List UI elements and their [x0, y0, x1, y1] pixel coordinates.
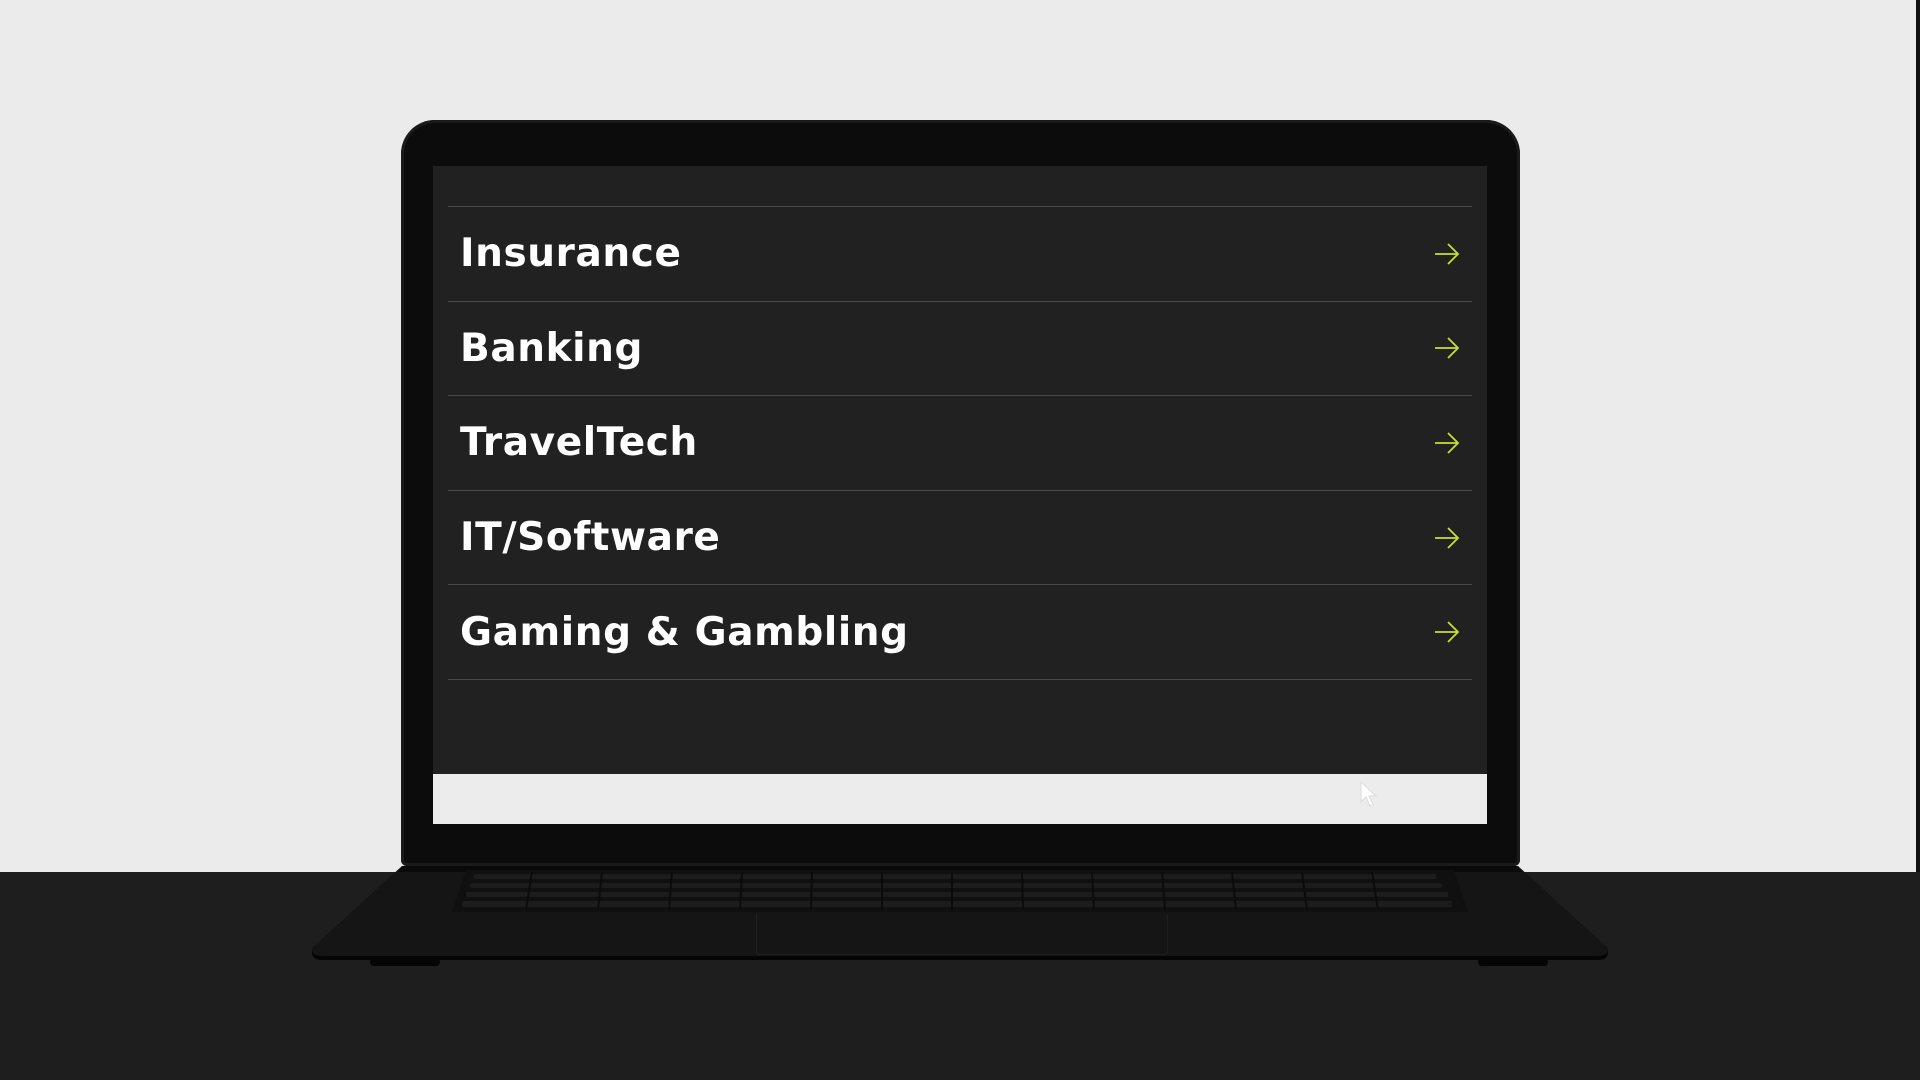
trackpad [756, 914, 1168, 955]
arrow-right-icon [1435, 432, 1460, 454]
laptop-foot [370, 958, 440, 966]
menu-item-banking[interactable]: Banking [448, 302, 1472, 397]
menu-item-label: IT/Software [460, 515, 721, 561]
menu-item-traveltech[interactable]: TravelTech [448, 396, 1472, 491]
menu-item-gaming-gambling[interactable]: Gaming & Gambling [448, 585, 1472, 680]
industry-menu: Insurance Banking TravelTech IT/Software [448, 206, 1472, 680]
menu-item-label: Banking [460, 325, 643, 371]
menu-item-it-software[interactable]: IT/Software [448, 491, 1472, 586]
arrow-right-icon [1435, 621, 1460, 643]
arrow-right-icon [1435, 337, 1460, 360]
menu-item-insurance[interactable]: Insurance [448, 207, 1472, 302]
menu-item-label: Insurance [460, 231, 682, 277]
cursor-icon [1360, 780, 1378, 807]
arrow-right-icon [1435, 243, 1460, 265]
arrow-right-icon [1435, 526, 1460, 549]
menu-item-label: TravelTech [460, 420, 698, 466]
laptop-screen: Insurance Banking TravelTech IT/Software [433, 166, 1487, 824]
menu-item-label: Gaming & Gambling [460, 609, 909, 655]
laptop-foot [1478, 958, 1548, 966]
bottom-bar [433, 774, 1487, 824]
keyboard [452, 870, 1468, 912]
frame-edge [1916, 0, 1920, 872]
